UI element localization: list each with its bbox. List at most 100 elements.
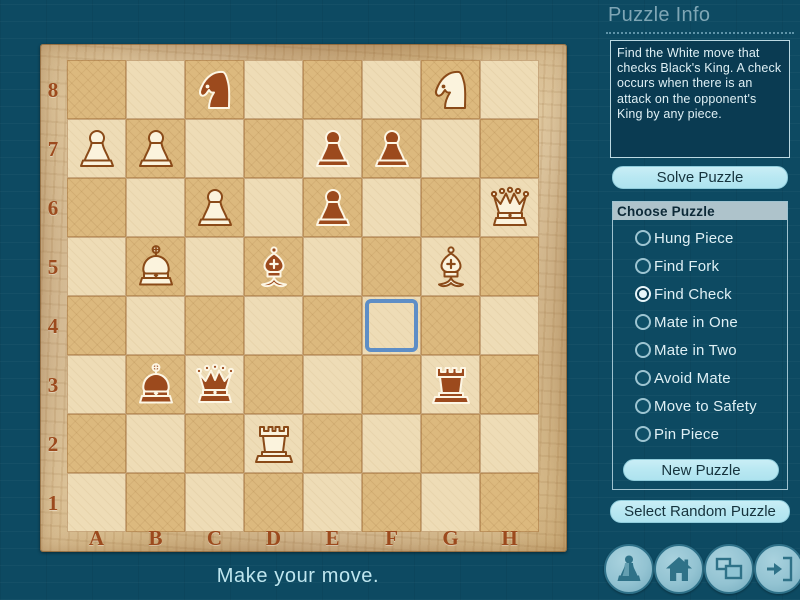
file-label-e: E (325, 526, 340, 550)
board-square-c1[interactable] (185, 473, 244, 532)
board-square-b8[interactable] (126, 60, 185, 119)
board-square-h1[interactable] (480, 473, 539, 532)
board-grid-wrapper (67, 60, 539, 532)
puzzle-type-radio-list[interactable]: Hung Piece Find Fork Find Check Mate in One… (613, 224, 787, 448)
board-square-g6[interactable] (421, 178, 480, 237)
board-square-g7[interactable] (421, 119, 480, 178)
radio-button-icon[interactable] (635, 258, 651, 274)
board-square-g3[interactable] (421, 355, 480, 414)
board-square-c8[interactable] (185, 60, 244, 119)
board-square-e2[interactable] (303, 414, 362, 473)
board-square-c4[interactable] (185, 296, 244, 355)
board-square-g5[interactable] (421, 237, 480, 296)
puzzle-option-mate-in-one[interactable]: Mate in One (613, 308, 787, 336)
board-square-e7[interactable] (303, 119, 362, 178)
board-square-a1[interactable] (67, 473, 126, 532)
board-square-a5[interactable] (67, 237, 126, 296)
board-square-d2[interactable] (244, 414, 303, 473)
board-square-d8[interactable] (244, 60, 303, 119)
board-square-e6[interactable] (303, 178, 362, 237)
board-square-g1[interactable] (421, 473, 480, 532)
board-square-d3[interactable] (244, 355, 303, 414)
board-square-e5[interactable] (303, 237, 362, 296)
board-square-d5[interactable] (244, 237, 303, 296)
puzzle-option-find-check[interactable]: Find Check (613, 280, 787, 308)
board-square-c2[interactable] (185, 414, 244, 473)
board-square-a4[interactable] (67, 296, 126, 355)
board-square-f7[interactable] (362, 119, 421, 178)
puzzle-option-mate-in-two[interactable]: Mate in Two (613, 336, 787, 364)
board-square-c6[interactable] (185, 178, 244, 237)
board-square-f8[interactable] (362, 60, 421, 119)
board-square-a6[interactable] (67, 178, 126, 237)
board-square-g2[interactable] (421, 414, 480, 473)
board-square-h5[interactable] (480, 237, 539, 296)
board-square-b6[interactable] (126, 178, 185, 237)
board-square-b7[interactable] (126, 119, 185, 178)
new-puzzle-button[interactable]: New Puzzle (623, 459, 779, 481)
radio-button-icon[interactable] (635, 398, 651, 414)
file-label-c: C (206, 526, 223, 550)
board-square-c5[interactable] (185, 237, 244, 296)
chess-board-grid[interactable] (67, 60, 539, 532)
board-square-e3[interactable] (303, 355, 362, 414)
board-square-a3[interactable] (67, 355, 126, 414)
rank-label-8: 8 (47, 78, 59, 102)
status-bar: Make your move. (0, 556, 596, 596)
windows-restore-button[interactable] (704, 544, 754, 594)
puzzle-option-move-to-safety[interactable]: Move to Safety (613, 392, 787, 420)
chess-board-panel: A B C D E F G H 8 7 6 5 4 3 2 1 (40, 44, 567, 552)
radio-button-icon[interactable] (635, 314, 651, 330)
home-button[interactable] (654, 544, 704, 594)
board-square-b5[interactable] (126, 237, 185, 296)
board-square-h7[interactable] (480, 119, 539, 178)
board-square-g8[interactable] (421, 60, 480, 119)
solve-puzzle-button[interactable]: Solve Puzzle (612, 166, 788, 189)
board-square-d4[interactable] (244, 296, 303, 355)
board-square-h3[interactable] (480, 355, 539, 414)
board-square-h2[interactable] (480, 414, 539, 473)
board-square-b3[interactable] (126, 355, 185, 414)
home-icon (665, 556, 693, 582)
board-square-f1[interactable] (362, 473, 421, 532)
radio-button-icon[interactable] (635, 286, 651, 302)
board-square-b4[interactable] (126, 296, 185, 355)
board-square-c7[interactable] (185, 119, 244, 178)
board-square-g4[interactable] (421, 296, 480, 355)
chess-piece-button[interactable] (604, 544, 654, 594)
rank-label-1: 1 (47, 491, 59, 515)
puzzle-option-hung-piece[interactable]: Hung Piece (613, 224, 787, 252)
puzzle-option-pin-piece[interactable]: Pin Piece (613, 420, 787, 448)
board-square-b2[interactable] (126, 414, 185, 473)
puzzle-option-avoid-mate[interactable]: Avoid Mate (613, 364, 787, 392)
board-square-h4[interactable] (480, 296, 539, 355)
radio-button-icon[interactable] (635, 230, 651, 246)
rank-label-3: 3 (47, 373, 59, 397)
board-square-e4[interactable] (303, 296, 362, 355)
board-square-f4-selected[interactable] (362, 296, 421, 355)
rank-label-2: 2 (47, 432, 59, 456)
board-square-f2[interactable] (362, 414, 421, 473)
radio-button-icon[interactable] (635, 426, 651, 442)
puzzle-option-find-fork[interactable]: Find Fork (613, 252, 787, 280)
board-square-e8[interactable] (303, 60, 362, 119)
board-square-h6[interactable] (480, 178, 539, 237)
board-square-a2[interactable] (67, 414, 126, 473)
board-square-d7[interactable] (244, 119, 303, 178)
board-square-d6[interactable] (244, 178, 303, 237)
chess-piece-icon (616, 555, 642, 583)
board-square-f3[interactable] (362, 355, 421, 414)
board-square-e1[interactable] (303, 473, 362, 532)
radio-button-icon[interactable] (635, 342, 651, 358)
exit-door-button[interactable] (754, 544, 800, 594)
board-square-f5[interactable] (362, 237, 421, 296)
board-square-c3[interactable] (185, 355, 244, 414)
select-random-puzzle-button[interactable]: Select Random Puzzle (610, 500, 790, 523)
board-square-a7[interactable] (67, 119, 126, 178)
board-square-a8[interactable] (67, 60, 126, 119)
board-square-b1[interactable] (126, 473, 185, 532)
board-square-f6[interactable] (362, 178, 421, 237)
board-square-h8[interactable] (480, 60, 539, 119)
radio-button-icon[interactable] (635, 370, 651, 386)
board-square-d1[interactable] (244, 473, 303, 532)
